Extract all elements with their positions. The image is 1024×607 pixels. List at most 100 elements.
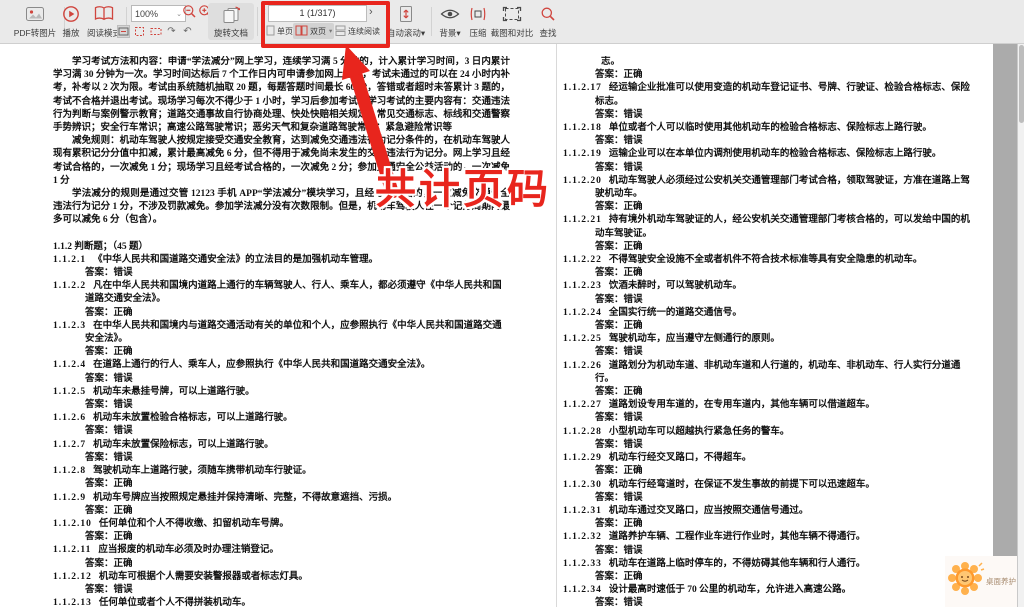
question-item: 1.1.2.26道路划分为机动车道、非机动车道和人行道的，机动车、非机动车、行人… — [563, 360, 975, 386]
answer-line: 答案：正确 — [563, 386, 975, 399]
answer-line: 答案：正确 — [53, 346, 510, 359]
pdf-to-image-label: PDF转图片 — [14, 27, 57, 39]
question-item: 1.1.2.31机动车通过交叉路口，应当按照交通信号通过。 — [563, 505, 975, 518]
question-number: 1.1.2.30 — [563, 480, 602, 490]
question-item: 1.1.2.34设计最高时速低于 70 公里的机动车，允许进入高速公路。 — [563, 584, 975, 597]
question-number: 1.1.2.29 — [563, 453, 602, 463]
zoom-level-select[interactable]: 100% ⌄ — [131, 5, 186, 22]
desktop-widget[interactable]: 桌面养护 — [945, 556, 1017, 607]
chevron-down-icon: ▾ — [421, 28, 425, 38]
question-number: 1.1.2.26 — [563, 361, 602, 371]
question-number: 1.1.2.2 — [53, 281, 86, 291]
question-item: 1.1.2.1《中华人民共和国道路交通安全法》的立法目的是加强机动车管理。 — [53, 254, 510, 267]
double-page-icon — [295, 25, 308, 38]
next-page-button[interactable]: › — [369, 5, 373, 20]
auto-scroll-button[interactable]: 自动滚动▾ — [382, 3, 430, 40]
question-item: 1.1.2.8驾驶机动车上道路行驶，须随车携带机动车行驶证。 — [53, 465, 510, 478]
question-item: 1.1.2.2凡在中华人民共和国境内道路上通行的车辆驾驶人、行人、乘车人，都必须… — [53, 280, 510, 306]
question-item: 1.1.2.19运输企业可以在本单位内调剂使用机动车的检验合格标志、保险标志上路… — [563, 148, 975, 161]
question-item: 1.1.2.7机动车未放置保险标志，可以上道路行驶。 — [53, 439, 510, 452]
eye-icon — [440, 4, 460, 23]
auto-scroll-label: 自动滚动▾ — [387, 27, 425, 39]
single-page-button[interactable]: 单页 — [264, 23, 295, 39]
question-number: 1.1.2.19 — [563, 149, 602, 159]
search-button[interactable]: 查找 — [534, 3, 562, 40]
background-button[interactable]: 背景▾ — [434, 3, 466, 40]
answer-line: 答案：错误 — [563, 135, 975, 148]
answer-line: 答案：错误 — [53, 373, 510, 386]
question-item: 1.1.2.13任何单位或者个人不得拼装机动车。 — [53, 597, 510, 607]
question-item: 1.1.2.10任何单位和个人不得收缴、扣留机动车号牌。 — [53, 518, 510, 531]
separator — [257, 7, 258, 36]
background-label: 背景▾ — [439, 27, 460, 39]
question-list-left: 1.1.2.1《中华人民共和国道路交通安全法》的立法目的是加强机动车管理。答案：… — [53, 254, 510, 607]
rotate-ccw-icon[interactable]: ↶ — [181, 25, 194, 38]
answer-line: 答案：错误 — [563, 109, 975, 122]
screenshot-compare-button[interactable]: 截图和对比 — [488, 3, 536, 40]
rotate-cw-icon[interactable]: ↷ — [165, 25, 178, 38]
previous-page-button[interactable]: ‹ — [262, 5, 266, 20]
desktop-widget-label: 桌面养护 — [986, 576, 1016, 587]
fit-visible-button[interactable] — [149, 25, 162, 38]
answer-line: 答案：正确 — [563, 320, 975, 333]
paragraph: 学习考试方法和内容：申请“学法减分”网上学习，连续学习满 5 分钟的，计入累计学… — [53, 56, 510, 135]
pdf-page-left: 学习考试方法和内容：申请“学法减分”网上学习，连续学习满 5 分钟的，计入累计学… — [53, 56, 510, 607]
question-item: 1.1.2.4在道路上通行的行人、乘车人，应参照执行《中华人民共和国道路交通安全… — [53, 359, 510, 372]
question-item: 1.1.2.3在中华人民共和国境内与道路交通活动有关的单位和个人，应参照执行《中… — [53, 320, 510, 346]
document-area: 学习考试方法和内容：申请“学法减分”网上学习，连续学习满 5 分钟的，计入累计学… — [0, 43, 1024, 607]
question-number: 1.1.2.5 — [53, 387, 86, 397]
question-number: 1.1.2.28 — [563, 427, 602, 437]
continuous-reading-button[interactable]: 连续阅读 — [333, 23, 382, 39]
scrollbar[interactable] — [1017, 43, 1024, 607]
rotate-document-button[interactable]: 旋转文档 — [208, 3, 254, 40]
continuous-reading-icon — [335, 25, 346, 38]
question-number: 1.1.2.1 — [53, 255, 86, 265]
answer-line: 答案：正确 — [563, 69, 975, 82]
question-number: 1.1.2.24 — [563, 308, 602, 318]
chevron-down-icon: ▾ — [329, 27, 332, 35]
fit-page-button[interactable] — [133, 25, 146, 38]
question-number: 1.1.2.6 — [53, 413, 86, 423]
search-label: 查找 — [539, 27, 556, 39]
sun-mascot-icon — [945, 558, 985, 605]
question-item: 1.1.2.30机动车行经弯道时，在保证不发生事故的前提下可以迅速超车。 — [563, 479, 975, 492]
scrollbar-thumb[interactable] — [1019, 45, 1024, 123]
play-label: 播放 — [62, 27, 79, 39]
question-item: 1.1.2.28小型机动车可以超越执行紧急任务的警车。 — [563, 426, 975, 439]
carryover-text: 志。 — [563, 56, 975, 69]
question-item: 1.1.2.33机动车在道路上临时停车的，不得妨碍其他车辆和行人通行。 — [563, 558, 975, 571]
reading-mode-label: 阅读模式 — [87, 27, 121, 39]
pdf-to-image-icon — [25, 4, 45, 23]
question-number: 1.1.2.3 — [53, 321, 86, 331]
answer-line: 答案：错误 — [563, 492, 975, 505]
toolbar: PDF转图片 播放 阅读模式 100% ⌄ ↷ ↶ — [0, 0, 1024, 44]
play-button[interactable]: 播放 — [56, 3, 86, 40]
answer-line: 答案：正确 — [53, 307, 510, 320]
compress-icon — [469, 4, 487, 23]
question-item: 1.1.2.20机动车驾驶人必须经过公安机关交通管理部门考试合格，领取驾驶证，方… — [563, 175, 975, 201]
answer-line: 答案：错误 — [53, 425, 510, 438]
question-number: 1.1.2.25 — [563, 334, 602, 344]
answer-line: 答案：正确 — [53, 505, 510, 518]
pdf-to-image-button[interactable]: PDF转图片 — [8, 3, 62, 40]
paragraph: 学法减分的规则是通过交管 12123 手机 APP“学法减分”模块学习，且经考试… — [53, 188, 510, 228]
question-list-right: 1.1.2.17经运输企业批准可以使用变造的机动车登记证书、号牌、行驶证、检验合… — [563, 82, 975, 607]
answer-line: 答案：错误 — [53, 452, 510, 465]
double-page-button[interactable]: 双页 ▾ — [293, 23, 334, 39]
answer-line: 答案：错误 — [563, 412, 975, 425]
question-number: 1.1.2.31 — [563, 506, 602, 516]
separator — [431, 7, 432, 36]
chevron-down-icon: ▾ — [456, 28, 460, 38]
fit-width-button[interactable] — [117, 25, 130, 38]
zoom-level-value: 100% — [135, 9, 158, 19]
question-number: 1.1.2.12 — [53, 572, 92, 582]
rotate-document-label: 旋转文档 — [214, 27, 248, 39]
page-number-input[interactable]: 1 (1/317) — [268, 5, 367, 22]
zoom-out-button[interactable] — [182, 4, 197, 24]
question-number: 1.1.2.9 — [53, 493, 86, 503]
question-item: 1.1.2.22不得驾驶安全设施不全或者机件不符合技术标准等具有安全隐患的机动车… — [563, 254, 975, 267]
question-number: 1.1.2.7 — [53, 440, 86, 450]
question-item: 1.1.2.21持有境外机动车驾驶证的人，经公安机关交通管理部门考核合格的，可以… — [563, 214, 975, 240]
answer-line: 答案：正确 — [53, 531, 510, 544]
answer-line: 答案：错误 — [563, 439, 975, 452]
